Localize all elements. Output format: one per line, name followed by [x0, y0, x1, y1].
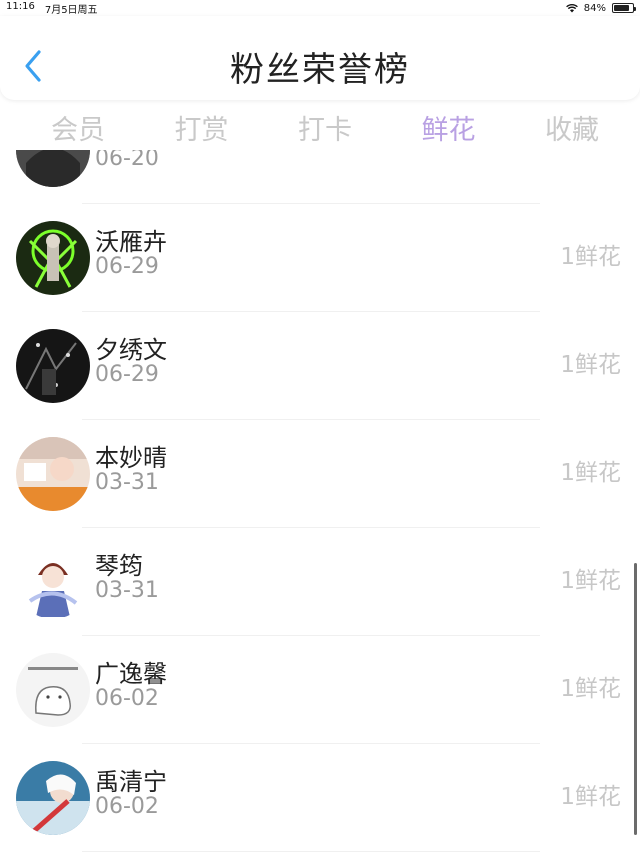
- battery-icon: [612, 3, 636, 13]
- list-item[interactable]: 琴筠 03-31 1鲜花: [0, 528, 640, 636]
- avatar[interactable]: [16, 761, 90, 835]
- fan-name: 夕绣文: [95, 336, 167, 364]
- flower-count: 1鲜花: [560, 568, 621, 594]
- fan-name: 琴筠: [95, 552, 143, 580]
- list-item[interactable]: 夕绣文 06-29 1鲜花: [0, 312, 640, 420]
- fan-list[interactable]: 06-20 沃雁卉 06-29 1鲜花 夕绣文 06-29 1鲜花 本妙晴 03…: [0, 150, 640, 853]
- status-date: 7月5日周五: [44, 4, 98, 16]
- fan-date: 06-29: [95, 254, 159, 279]
- avatar[interactable]: [16, 437, 90, 511]
- page-title: 粉丝荣誉榜: [230, 50, 410, 90]
- fan-name: 禹清宁: [95, 768, 167, 796]
- fan-name: 本妙晴: [95, 444, 167, 472]
- fan-date: 06-20: [95, 150, 159, 171]
- fan-date: 06-29: [95, 362, 159, 387]
- flower-count: 1鲜花: [560, 460, 621, 486]
- list-item[interactable]: 本妙晴 03-31 1鲜花: [0, 420, 640, 528]
- list-item[interactable]: 沃雁卉 06-29 1鲜花: [0, 204, 640, 312]
- battery-percent: 84%: [583, 2, 606, 14]
- battery-fill: [614, 5, 630, 11]
- flower-count: 1鲜花: [560, 676, 621, 702]
- tab-tips[interactable]: 打赏: [170, 108, 234, 147]
- status-bar: 11:16 7月5日周五 84%: [0, 0, 640, 16]
- fan-list-content: 06-20 沃雁卉 06-29 1鲜花 夕绣文 06-29 1鲜花 本妙晴 03…: [0, 150, 640, 852]
- fan-date: 03-31: [95, 470, 159, 495]
- fan-date: 06-02: [95, 686, 159, 711]
- scrollbar[interactable]: [634, 563, 637, 835]
- list-item[interactable]: 广逸馨 06-02 1鲜花: [0, 636, 640, 744]
- tab-checkin[interactable]: 打卡: [293, 108, 357, 147]
- flower-count: 1鲜花: [560, 784, 621, 810]
- avatar[interactable]: [16, 545, 90, 619]
- fan-date: 06-02: [95, 794, 159, 819]
- tab-bar: 会员 打赏 打卡 鲜花 收藏: [0, 104, 640, 150]
- list-item[interactable]: 禹清宁 06-02 1鲜花: [0, 744, 640, 852]
- tab-flowers[interactable]: 鲜花: [417, 108, 481, 147]
- tab-membership[interactable]: 会员: [46, 108, 110, 147]
- fan-date: 03-31: [95, 578, 159, 603]
- header-bar: 粉丝荣誉榜: [0, 16, 640, 100]
- status-time: 11:16: [6, 0, 35, 12]
- flower-count: 1鲜花: [560, 352, 621, 378]
- avatar[interactable]: [16, 150, 90, 187]
- avatar[interactable]: [16, 221, 90, 295]
- avatar[interactable]: [16, 329, 90, 403]
- fan-name: 沃雁卉: [95, 228, 167, 256]
- avatar[interactable]: [16, 653, 90, 727]
- tab-favorites[interactable]: 收藏: [540, 108, 604, 147]
- fan-name: 广逸馨: [95, 660, 167, 688]
- wifi-icon: [565, 3, 578, 12]
- list-item[interactable]: 06-20: [0, 150, 640, 204]
- fan-honor-page: 11:16 7月5日周五 84% 粉丝荣誉榜 会员 打赏 打卡 鲜花 收藏 06…: [0, 0, 640, 853]
- flower-count: 1鲜花: [560, 244, 621, 270]
